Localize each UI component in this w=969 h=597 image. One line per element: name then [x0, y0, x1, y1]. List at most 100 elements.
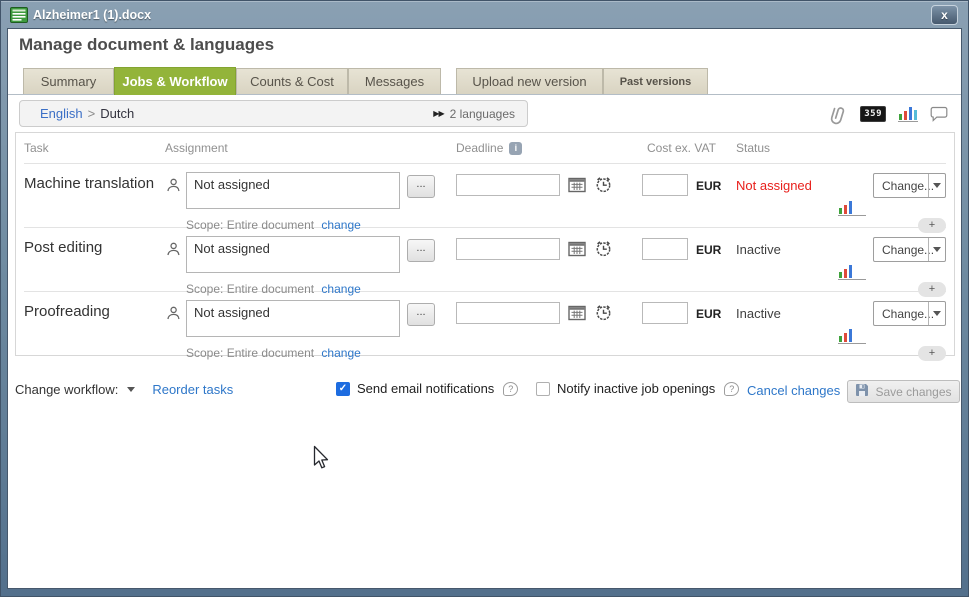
source-language-link[interactable]: English — [40, 106, 83, 121]
send-email-option: ✓ Send email notifications ? — [336, 381, 518, 396]
calendar-icon[interactable] — [568, 304, 590, 344]
assignment-box[interactable]: Not assigned — [186, 172, 400, 209]
cost-input[interactable] — [642, 238, 688, 260]
tab-past-versions[interactable]: Past versions — [603, 68, 708, 94]
task-name: Proofreading — [24, 303, 160, 344]
task-name: Post editing — [24, 239, 160, 280]
fast-forward-icon: ▶▶ — [433, 109, 443, 118]
person-icon — [165, 305, 186, 344]
calendar-icon[interactable] — [568, 176, 590, 216]
header-status: Status — [736, 141, 836, 155]
save-floppy-icon — [855, 383, 869, 400]
deadline-info-icon[interactable]: i — [509, 142, 522, 155]
alarm-clock-icon[interactable] — [593, 302, 622, 344]
chevron-down-icon — [928, 302, 945, 325]
assignment-more-button[interactable]: ... — [407, 303, 435, 326]
chevron-down-icon — [127, 387, 135, 392]
status-label: Inactive — [736, 242, 836, 280]
cancel-changes-link[interactable]: Cancel changes — [747, 383, 840, 398]
manage-document-dialog: Alzheimer1 (1).docx x Manage document & … — [0, 0, 969, 597]
footer-left: Change workflow: Reorder tasks — [15, 382, 233, 397]
send-email-label: Send email notifications — [357, 381, 494, 396]
table-row-proofreading: Proofreading Not assigned ... — [24, 291, 946, 355]
target-language-label: Dutch — [100, 106, 134, 121]
cost-input[interactable] — [642, 302, 688, 324]
close-icon: x — [941, 8, 948, 22]
job-stats-icon[interactable] — [838, 242, 866, 280]
add-task-button[interactable]: + — [918, 346, 946, 361]
currency-label: EUR — [696, 179, 736, 216]
currency-label: EUR — [696, 243, 736, 280]
save-changes-button[interactable]: Save changes — [847, 380, 960, 403]
tab-jobs-workflow[interactable]: Jobs & Workflow — [114, 67, 236, 95]
footer-bar: Change workflow: Reorder tasks ✓ Send em… — [8, 379, 961, 409]
status-label: Not assigned — [736, 178, 836, 216]
check-icon: ✓ — [339, 383, 347, 394]
tab-summary[interactable]: Summary — [23, 68, 114, 94]
table-row-machine-translation: Machine translation Not assigned ... — [24, 163, 946, 227]
tab-upload-new-version[interactable]: Upload new version — [456, 68, 603, 94]
deadline-input[interactable] — [456, 302, 560, 324]
deadline-input[interactable] — [456, 174, 560, 196]
language-separator: > — [88, 106, 96, 121]
help-icon[interactable]: ? — [503, 382, 518, 396]
comment-bubble-icon[interactable] — [930, 106, 948, 122]
alarm-clock-icon[interactable] — [593, 174, 622, 216]
assignment-more-button[interactable]: ... — [407, 175, 435, 198]
scope-line: Scope: Entire document change — [186, 218, 622, 235]
attachment-paperclip-icon[interactable] — [825, 100, 852, 127]
assignment-box[interactable]: Not assigned — [186, 236, 400, 273]
change-workflow-dropdown[interactable]: Change workflow: — [15, 382, 135, 397]
change-status-select[interactable]: Change... — [873, 301, 946, 326]
scope-line: Scope: Entire document change — [186, 346, 622, 363]
chevron-down-icon — [928, 174, 945, 197]
statistics-chart-icon[interactable] — [898, 107, 918, 122]
alarm-clock-icon[interactable] — [593, 238, 622, 280]
scope-change-link[interactable]: change — [321, 282, 360, 296]
reorder-tasks-link[interactable]: Reorder tasks — [152, 382, 233, 397]
task-name: Machine translation — [24, 175, 160, 216]
document-icon — [10, 7, 28, 28]
header-deadline: Deadline i — [456, 141, 566, 155]
calendar-icon[interactable] — [568, 240, 590, 280]
notify-inactive-label: Notify inactive job openings — [557, 381, 715, 396]
jobs-table: Task Assignment Deadline i Cost ex. VAT … — [15, 132, 955, 356]
scope-line: Scope: Entire document change — [186, 282, 622, 299]
close-button[interactable]: x — [931, 5, 958, 25]
header-cost: Cost ex. VAT — [647, 141, 736, 155]
send-email-checkbox[interactable]: ✓ — [336, 382, 350, 396]
language-pair-bar[interactable]: English > Dutch ▶▶ 2 languages — [19, 100, 528, 127]
tab-messages[interactable]: Messages — [348, 68, 441, 94]
window-titlebar: Alzheimer1 (1).docx x — [1, 1, 968, 29]
help-icon[interactable]: ? — [724, 382, 739, 396]
change-status-select[interactable]: Change... — [873, 173, 946, 198]
word-count-icon[interactable]: 359 — [860, 106, 886, 122]
job-stats-icon[interactable] — [838, 178, 866, 216]
notify-inactive-option: Notify inactive job openings ? — [536, 381, 739, 396]
change-status-select[interactable]: Change... — [873, 237, 946, 262]
table-row-post-editing: Post editing Not assigned ... — [24, 227, 946, 291]
window-title: Alzheimer1 (1).docx — [33, 8, 151, 22]
add-task-button[interactable]: + — [918, 282, 946, 297]
person-icon — [165, 177, 186, 216]
assignment-box[interactable]: Not assigned — [186, 300, 400, 337]
header-task: Task — [24, 141, 160, 155]
status-label: Inactive — [736, 306, 836, 344]
job-stats-icon[interactable] — [838, 306, 866, 344]
deadline-input[interactable] — [456, 238, 560, 260]
person-icon — [165, 241, 186, 280]
tab-strip: Summary Jobs & Workflow Counts & Cost Me… — [8, 67, 961, 95]
dialog-content: Manage document & languages Summary Jobs… — [8, 29, 961, 588]
assignment-more-button[interactable]: ... — [407, 239, 435, 262]
tab-counts-cost[interactable]: Counts & Cost — [236, 68, 348, 94]
add-task-button[interactable]: + — [918, 218, 946, 233]
scope-change-link[interactable]: change — [321, 346, 360, 360]
notify-inactive-checkbox[interactable] — [536, 382, 550, 396]
languages-count-button[interactable]: ▶▶ 2 languages — [433, 107, 515, 121]
currency-label: EUR — [696, 307, 736, 344]
cost-input[interactable] — [642, 174, 688, 196]
table-header-row: Task Assignment Deadline i Cost ex. VAT … — [24, 133, 946, 163]
scope-change-link[interactable]: change — [321, 218, 360, 232]
language-toolbar: 359 — [828, 101, 948, 127]
header-assignment: Assignment — [165, 141, 400, 155]
